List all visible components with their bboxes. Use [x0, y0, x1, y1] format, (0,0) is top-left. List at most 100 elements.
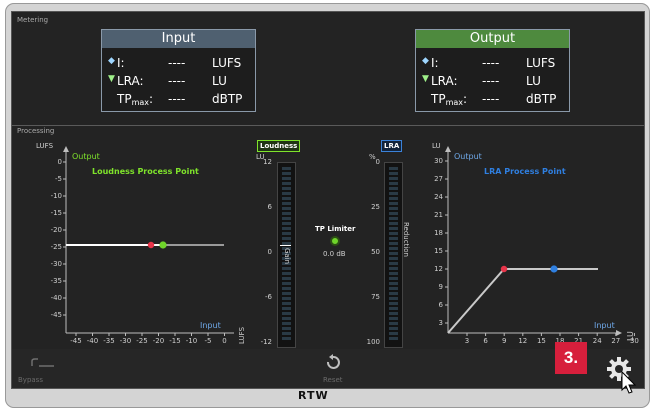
meter-scale-label: 50 — [371, 248, 380, 256]
lra-curve — [447, 268, 598, 334]
lra-tag: LRA — [381, 140, 403, 152]
tp-limiter-led-icon — [330, 236, 340, 246]
loudness-x-tick-label: -15 — [169, 337, 180, 345]
section-divider — [12, 125, 644, 126]
bypass-label: Bypass — [18, 376, 43, 384]
tp-limiter-value: 0.0 dB — [323, 250, 346, 258]
reduction-meter-segments — [389, 167, 398, 341]
lra-y-tick-label: 27 — [434, 175, 443, 183]
meter-scale-label: 25 — [371, 203, 380, 211]
loudness-x-tick-label: -20 — [153, 337, 164, 345]
loudness-graph-title: Loudness Process Point — [92, 167, 199, 176]
screen: Metering Input ◆ I: ---- LUFS ▼ LRA: ---… — [11, 11, 645, 389]
meter-scale-label: -12 — [260, 338, 272, 346]
lra-x-tick-label: 24 — [593, 337, 602, 345]
lra-x-tick-label: 3 — [465, 337, 469, 345]
lra-y-tick-label: 24 — [434, 193, 443, 201]
lra-process-point-handle[interactable] — [550, 265, 558, 273]
integrated-marker-icon: ◆ — [108, 56, 115, 66]
loudness-tag: Loudness — [257, 140, 301, 152]
loudness-x-tick-label: -10 — [186, 337, 197, 345]
integrated-marker-icon: ◆ — [422, 56, 429, 66]
reset-button[interactable]: Reset — [317, 352, 347, 386]
loudness-process-graph[interactable]: LUFS Output Loudness Process Point 0 -5 -1… — [12, 138, 262, 350]
loudness-x-tick-label: 0 — [222, 337, 226, 345]
x-axis-arrow-icon — [616, 330, 622, 336]
lra-y-tick-label: 12 — [434, 265, 443, 273]
lra-x-tick-label: 15 — [537, 337, 546, 345]
loudness-x-tick-label: -40 — [87, 337, 98, 345]
output-lra-unit: LU — [526, 74, 541, 88]
output-lra-value: ---- — [482, 74, 500, 88]
meter-scale-label: 0 — [375, 158, 380, 166]
loudness-graph-x-unit: LUFS — [238, 326, 246, 344]
meter-scale-label: 6 — [267, 203, 272, 211]
lra-y-tick-label: 15 — [434, 247, 443, 255]
output-lra-label: LRA: — [431, 74, 458, 88]
lra-y-tick-label: 30 — [434, 157, 443, 165]
loudness-y-tick-label: -35 — [51, 277, 62, 285]
loudness-y-tick-label: -20 — [51, 226, 62, 234]
loudness-y-tick-label: -25 — [51, 243, 62, 251]
lra-y-tick-label: 9 — [439, 283, 443, 291]
y-axis-arrow-icon — [63, 146, 69, 152]
lra-x-tick-label: 12 — [518, 337, 527, 345]
lra-graph-x-unit: LU — [626, 331, 635, 341]
loudness-process-point-handle[interactable] — [159, 241, 167, 249]
loudness-y-tick-label: -40 — [51, 294, 62, 302]
loudness-input-marker — [147, 241, 155, 249]
bypass-switch-icon — [31, 358, 54, 367]
meter-scale-label: 12 — [263, 158, 272, 166]
input-integrated-label: I: — [117, 56, 125, 70]
reset-icon — [327, 354, 340, 369]
lra-graph-title: LRA Process Point — [484, 167, 566, 176]
input-lra-value: ---- — [168, 74, 186, 88]
lra-process-graph[interactable]: LU Output LRA Process Point 30 27 24 21 18 15… — [422, 138, 644, 350]
input-lra-unit: LU — [212, 74, 227, 88]
input-tpmax-unit: dBTP — [212, 92, 243, 106]
loudness-y-tick-label: -10 — [51, 192, 62, 200]
meter-scale-label: 0 — [267, 248, 272, 256]
output-tpmax-label: TPmax: — [431, 92, 468, 107]
output-meter-title: Output — [416, 30, 569, 48]
output-integrated-value: ---- — [482, 56, 500, 70]
lra-y-tick-label: 3 — [439, 319, 443, 327]
input-integrated-unit: LUFS — [212, 56, 242, 70]
loudness-x-tick-label: -25 — [136, 337, 147, 345]
bypass-button[interactable]: Bypass — [18, 352, 66, 386]
meter-scale-label: 75 — [371, 293, 380, 301]
loudness-y-tick-label: -30 — [51, 260, 62, 268]
output-integrated-unit: LUFS — [526, 56, 556, 70]
lra-y-tick-label: 6 — [439, 301, 444, 309]
input-integrated-value: ---- — [168, 56, 186, 70]
lra-x-tick-label: 27 — [611, 337, 620, 345]
loudness-y-tick-label: -15 — [51, 209, 62, 217]
output-tpmax-value: ---- — [482, 92, 500, 106]
output-integrated-label: I: — [431, 56, 439, 70]
lra-y-tick-label: 21 — [434, 211, 443, 219]
lra-y-ticks: 30 27 24 21 18 15 12 9 6 3 — [434, 157, 448, 327]
lra-y-tick-label: 18 — [434, 229, 443, 237]
loudness-x-ticks: -45 -40 -35 -30 -25 -20 -15 -10 -5 0 — [70, 333, 227, 345]
lra-knee-marker — [500, 265, 508, 273]
loudness-x-tick-label: -45 — [70, 337, 81, 345]
loudness-graph-y-label: Output — [72, 152, 100, 161]
bottom-toolbar: Bypass Reset — [12, 349, 644, 388]
gain-label: Gain — [283, 248, 291, 265]
loudness-x-tick-label: -5 — [205, 337, 212, 345]
output-meter-panel: Output ◆ I: ---- LUFS ▼ LRA: ---- LU TPm… — [415, 29, 570, 112]
lra-x-tick-label: 6 — [483, 337, 488, 345]
input-meter-panel: Input ◆ I: ---- LUFS ▼ LRA: ---- LU TPma… — [101, 29, 256, 112]
loudness-graph-y-unit: LUFS — [36, 142, 54, 150]
lra-x-ticks: 3 6 9 12 15 18 21 24 27 30 — [465, 333, 639, 345]
lra-graph-y-label: Output — [454, 152, 482, 161]
reset-label: Reset — [323, 376, 343, 384]
lra-marker-icon: ▼ — [422, 74, 429, 84]
loudness-graph-x-label: Input — [200, 321, 221, 330]
loudness-y-tick-label: -5 — [55, 175, 62, 183]
lra-marker-icon: ▼ — [108, 74, 115, 84]
input-tpmax-label: TPmax: — [117, 92, 154, 107]
input-lra-label: LRA: — [117, 74, 144, 88]
meter-scale-label: 100 — [366, 338, 380, 346]
device: Metering Input ◆ I: ---- LUFS ▼ LRA: ---… — [0, 0, 656, 410]
